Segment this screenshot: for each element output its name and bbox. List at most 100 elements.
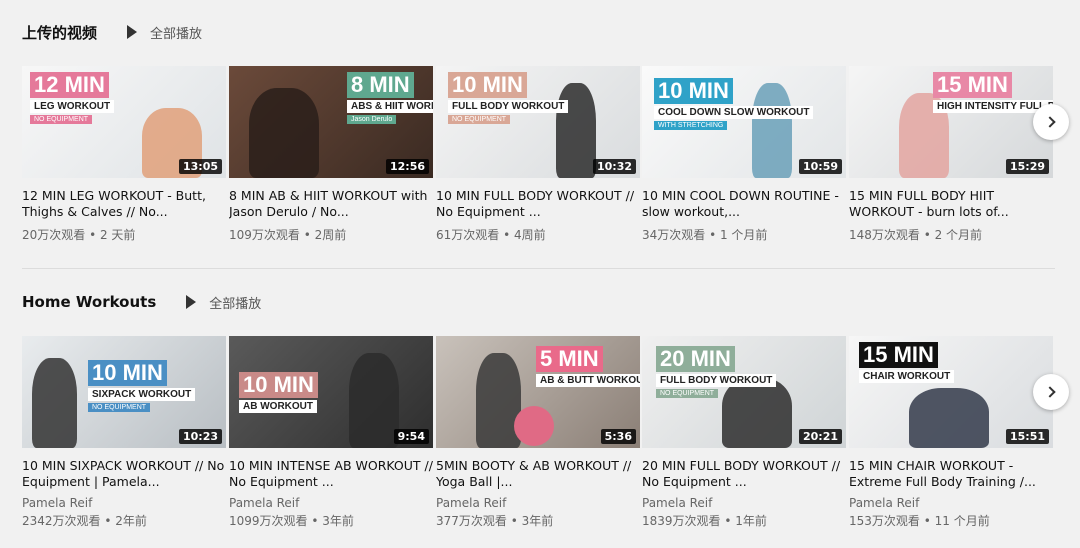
thumbnail-text-overlay: 10 MIN COOL DOWN SLOW WORKOUT WITH STRETCH… <box>654 78 814 130</box>
thumbnail-person-figure <box>249 88 319 178</box>
thumbnail-sub-text: AB WORKOUT <box>239 400 317 413</box>
shelf-divider <box>22 268 1055 269</box>
video-thumbnail[interactable]: 10 MIN COOL DOWN SLOW WORKOUT WITH STRETCH… <box>642 66 846 178</box>
video-title[interactable]: 10 MIN COOL DOWN ROUTINE - slow workout,… <box>642 188 846 220</box>
video-card[interactable]: 10 MIN FULL BODY WORKOUT NO EQUIPMENT 10:32… <box>436 66 640 243</box>
thumbnail-sub-text: CHAIR WORKOUT <box>859 370 955 383</box>
chevron-right-icon <box>1043 116 1056 128</box>
thumbnail-tag-text: WITH STRETCHING <box>654 121 728 130</box>
video-thumbnail[interactable]: 15 MIN HIGH INTENSITY FULL BODY 15:29 <box>849 66 1053 178</box>
thumbnail-text-overlay: 20 MIN FULL BODY WORKOUT NO EQUIPMENT <box>656 346 777 398</box>
play-all-button[interactable]: 全部播放 <box>127 23 202 42</box>
video-stats: 2342万次观看 • 2年前 <box>22 514 147 528</box>
play-icon <box>127 25 138 39</box>
video-thumbnail[interactable]: 15 MIN CHAIR WORKOUT 15:51 <box>849 336 1053 448</box>
video-thumbnail[interactable]: 5 MIN AB & BUTT WORKOUT 5:36 <box>436 336 640 448</box>
shelf-title[interactable]: 上传的视频 <box>22 22 97 43</box>
thumbnail-sub-text: SIXPACK WORKOUT <box>88 388 196 401</box>
video-title[interactable]: 10 MIN INTENSE AB WORKOUT // No Equipmen… <box>229 458 433 490</box>
video-meta: 15 MIN CHAIR WORKOUT - Extreme Full Body… <box>849 448 1053 529</box>
video-thumbnail[interactable]: 12 MIN LEG WORKOUT NO EQUIPMENT 13:05 <box>22 66 226 178</box>
video-title[interactable]: 15 MIN FULL BODY HIIT WORKOUT - burn lot… <box>849 188 1053 220</box>
play-all-label: 全部播放 <box>150 26 203 42</box>
thumbnail-text-overlay: 15 MIN CHAIR WORKOUT <box>859 342 955 383</box>
duration-badge: 12:56 <box>385 159 429 174</box>
thumbnail-big-text: 15 MIN <box>933 72 1012 98</box>
video-thumbnail[interactable]: 20 MIN FULL BODY WORKOUT NO EQUIPMENT 20:21 <box>642 336 846 448</box>
video-title[interactable]: 15 MIN CHAIR WORKOUT - Extreme Full Body… <box>849 458 1053 490</box>
thumbnail-person-figure <box>909 388 989 448</box>
video-meta: 12 MIN LEG WORKOUT - Butt, Thighs & Calv… <box>22 178 226 243</box>
video-title[interactable]: 12 MIN LEG WORKOUT - Butt, Thighs & Calv… <box>22 188 226 220</box>
video-card[interactable]: 10 MIN SIXPACK WORKOUT NO EQUIPMENT 10:23 10… <box>22 336 226 529</box>
video-stats: 20万次观看 • 2 天前 <box>22 228 136 242</box>
thumbnail-sub-text: FULL BODY WORKOUT <box>656 374 777 387</box>
video-title[interactable]: 8 MIN AB & HIIT WORKOUT with Jason Derul… <box>229 188 433 220</box>
thumbnail-big-text: 10 MIN <box>239 372 318 398</box>
play-all-label: 全部播放 <box>209 296 262 312</box>
thumbnail-person-figure <box>476 353 521 448</box>
thumbnail-big-text: 12 MIN <box>30 72 109 98</box>
duration-badge: 10:32 <box>592 159 636 174</box>
video-meta: 8 MIN AB & HIIT WORKOUT with Jason Derul… <box>229 178 433 243</box>
play-all-button[interactable]: 全部播放 <box>186 293 261 312</box>
thumbnail-tag-text: NO EQUIPMENT <box>448 115 511 124</box>
thumbnail-sub-text: AB & BUTT WORKOUT <box>536 374 640 387</box>
video-card[interactable]: 15 MIN CHAIR WORKOUT 15:51 15 MIN CHAIR WOR… <box>849 336 1053 529</box>
video-card[interactable]: 8 MIN ABS & HIIT WORKOUT Jason Derulo 12:56… <box>229 66 433 243</box>
video-stats: 1099万次观看 • 3年前 <box>229 514 354 528</box>
thumbnail-tag-text: NO EQUIPMENT <box>88 403 151 412</box>
shelf-header: 上传的视频 全部播放 <box>22 20 202 44</box>
channel-name[interactable]: Pamela Reif <box>436 496 640 510</box>
video-thumbnail[interactable]: 10 MIN SIXPACK WORKOUT NO EQUIPMENT 10:23 <box>22 336 226 448</box>
channel-name[interactable]: Pamela Reif <box>642 496 846 510</box>
video-title[interactable]: 10 MIN SIXPACK WORKOUT // No Equipment |… <box>22 458 226 490</box>
video-card[interactable]: 15 MINHIGH INTENSITY FULL BODY15:2915 MI… <box>849 66 1053 243</box>
next-button[interactable] <box>1033 374 1069 410</box>
video-card[interactable]: 12 MIN LEG WORKOUT NO EQUIPMENT 13:05 12 MIN… <box>22 66 226 243</box>
video-thumbnail[interactable]: 10 MIN AB WORKOUT 9:54 <box>229 336 433 448</box>
thumbnail-tag-text: Jason Derulo <box>347 115 397 124</box>
video-title[interactable]: 20 MIN FULL BODY WORKOUT // No Equipment… <box>642 458 846 490</box>
channel-name[interactable]: Pamela Reif <box>229 496 433 510</box>
video-meta: 10 MIN SIXPACK WORKOUT // No Equipment |… <box>22 448 226 529</box>
thumbnail-text-overlay: 8 MIN ABS & HIIT WORKOUT Jason Derulo <box>347 72 433 124</box>
video-stats: 153万次观看 • 11 个月前 <box>849 514 990 528</box>
video-stats: 61万次观看 • 4周前 <box>436 228 546 242</box>
channel-name[interactable]: Pamela Reif <box>849 496 1053 510</box>
duration-badge: 13:05 <box>178 159 222 174</box>
thumbnail-text-overlay: 10 MIN SIXPACK WORKOUT NO EQUIPMENT <box>88 360 196 412</box>
thumbnail-person-figure <box>349 353 399 448</box>
video-stats: 148万次观看 • 2 个月前 <box>849 228 983 242</box>
thumbnail-tag-text: NO EQUIPMENT <box>30 115 93 124</box>
duration-badge: 15:51 <box>1005 429 1049 444</box>
video-title[interactable]: 10 MIN FULL BODY WORKOUT // No Equipment… <box>436 188 640 220</box>
next-button[interactable] <box>1033 104 1069 140</box>
thumbnail-text-overlay: 10 MIN FULL BODY WORKOUT NO EQUIPMENT <box>448 72 569 124</box>
duration-badge: 5:36 <box>600 429 636 444</box>
thumbnail-big-text: 10 MIN <box>88 360 167 386</box>
video-card[interactable]: 10 MIN COOL DOWN SLOW WORKOUT WITH STRETCH… <box>642 66 846 243</box>
video-stats: 34万次观看 • 1 个月前 <box>642 228 768 242</box>
thumbnail-sub-text: COOL DOWN SLOW WORKOUT <box>654 106 814 119</box>
thumbnail-big-text: 5 MIN <box>536 346 603 372</box>
video-meta: 15 MIN FULL BODY HIIT WORKOUT - burn lot… <box>849 178 1053 243</box>
thumbnail-sub-text: HIGH INTENSITY FULL BODY <box>933 100 1053 113</box>
chevron-right-icon <box>1043 386 1056 398</box>
shelf-title[interactable]: Home Workouts <box>22 293 156 311</box>
video-stats: 109万次观看 • 2周前 <box>229 228 347 242</box>
play-icon <box>186 295 197 309</box>
duration-badge: 15:29 <box>1005 159 1049 174</box>
channel-name[interactable]: Pamela Reif <box>22 496 226 510</box>
video-card[interactable]: 20 MIN FULL BODY WORKOUT NO EQUIPMENT 20:21… <box>642 336 846 529</box>
video-meta: 10 MIN FULL BODY WORKOUT // No Equipment… <box>436 178 640 243</box>
duration-badge: 10:23 <box>178 429 222 444</box>
video-thumbnail[interactable]: 8 MIN ABS & HIIT WORKOUT Jason Derulo 12:56 <box>229 66 433 178</box>
video-card[interactable]: 5 MIN AB & BUTT WORKOUT 5:36 5MIN BOOTY & A… <box>436 336 640 529</box>
video-thumbnail[interactable]: 10 MIN FULL BODY WORKOUT NO EQUIPMENT 10:32 <box>436 66 640 178</box>
video-card[interactable]: 10 MIN AB WORKOUT 9:54 10 MIN INTENSE AB WO… <box>229 336 433 529</box>
thumbnail-text-overlay: 15 MIN HIGH INTENSITY FULL BODY <box>933 72 1053 113</box>
yoga-ball <box>514 406 554 446</box>
duration-badge: 20:21 <box>798 429 842 444</box>
video-title[interactable]: 5MIN BOOTY & AB WORKOUT // Yoga Ball |..… <box>436 458 640 490</box>
